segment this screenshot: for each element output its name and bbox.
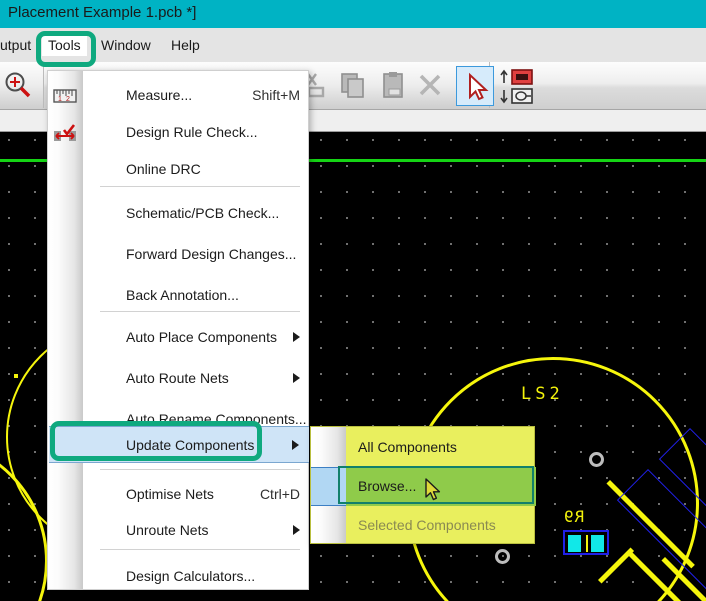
menu-help[interactable]: Help <box>165 34 206 56</box>
menu-icon-gutter <box>48 71 83 589</box>
menu-item-label: Schematic/PCB Check... <box>126 205 280 221</box>
drc-icon <box>52 121 78 147</box>
menu-item-label: Back Annotation... <box>126 287 239 303</box>
menu-item-label: Design Calculators... <box>126 568 256 584</box>
window-title: Placement Example 1.pcb *] <box>8 4 197 21</box>
menu-item-online-drc[interactable]: Online DRC <box>84 151 310 188</box>
submenu-arrow-icon <box>293 332 300 342</box>
menu-item-label: Update Components <box>126 437 255 453</box>
submenu-arrow-icon <box>293 525 300 535</box>
ruler-icon: 1 2 <box>52 84 78 110</box>
menu-item-unroute-nets[interactable]: Unroute Nets <box>84 512 310 549</box>
menu-item-label: Design Rule Check... <box>126 124 258 140</box>
menu-separator <box>100 311 300 312</box>
menu-item-back-annotation[interactable]: Back Annotation... <box>84 277 310 314</box>
menu-item-label: Auto Place Components <box>126 329 277 345</box>
delete-icon[interactable] <box>415 70 445 100</box>
title-bar: Placement Example 1.pcb *] <box>0 0 706 28</box>
submenu-item-label: Browse... <box>358 478 417 494</box>
application-window: Placement Example 1.pcb *] utput Tools W… <box>0 0 706 601</box>
bottom-layer-icon[interactable] <box>498 87 533 105</box>
zoom-in-icon[interactable] <box>3 70 33 100</box>
pad-right <box>591 535 604 552</box>
menu-item-design-calculators[interactable]: Design Calculators... <box>84 558 310 595</box>
via <box>589 452 604 467</box>
menu-item-measure[interactable]: Measure... Shift+M <box>84 77 310 114</box>
tools-dropdown-menu[interactable]: 1 2 Measure... Shift+M Design Rule Check… <box>47 70 309 590</box>
pad-trace <box>586 535 588 552</box>
menu-item-label: Auto Route Nets <box>126 370 229 386</box>
menu-item-accelerator: Ctrl+D <box>259 486 300 502</box>
menu-window[interactable]: Window <box>95 34 157 56</box>
menu-item-schematic-pcb-check[interactable]: Schematic/PCB Check... <box>84 195 310 232</box>
menu-item-forward-design-changes[interactable]: Forward Design Changes... <box>84 236 310 273</box>
svg-text:1: 1 <box>58 96 62 103</box>
submenu-item-selected-components: Selected Components <box>347 506 536 545</box>
menu-separator <box>100 186 300 187</box>
menu-item-label: Measure... <box>126 87 193 103</box>
mouse-cursor-icon <box>424 478 444 504</box>
designator-r9: R9 <box>563 507 585 526</box>
submenu-item-label: All Components <box>358 439 457 455</box>
paste-icon[interactable] <box>378 70 408 100</box>
menu-item-label: Online DRC <box>126 161 201 177</box>
menu-item-label: Optimise Nets <box>126 486 214 502</box>
top-layer-icon[interactable] <box>498 68 533 86</box>
svg-text:2: 2 <box>66 96 70 103</box>
menu-separator <box>100 469 300 470</box>
submenu-arrow-icon <box>292 440 299 450</box>
menu-item-auto-route-nets[interactable]: Auto Route Nets <box>84 360 310 397</box>
submenu-item-gutter <box>311 467 346 506</box>
menu-item-design-rule-check[interactable]: Design Rule Check... <box>84 114 310 151</box>
silkscreen-dot <box>14 374 18 378</box>
menu-item-accelerator: Shift+M <box>252 87 300 103</box>
menu-item-update-components[interactable]: Update Components <box>49 426 309 463</box>
via <box>495 549 510 564</box>
menu-item-label: Forward Design Changes... <box>126 246 297 262</box>
submenu-item-all-components[interactable]: All Components <box>347 428 536 467</box>
menu-item-label: Unroute Nets <box>126 522 209 538</box>
component-r9-pads <box>563 530 609 555</box>
select-pointer-icon <box>469 72 489 101</box>
designator-ls2: LS2 <box>521 384 564 404</box>
menu-separator <box>100 549 300 550</box>
menu-item-auto-place-components[interactable]: Auto Place Components <box>84 319 310 356</box>
menu-bar: utput Tools Window Help <box>0 28 706 62</box>
menu-item-optimise-nets[interactable]: Optimise Nets Ctrl+D <box>84 476 310 513</box>
select-pointer-button[interactable] <box>456 66 494 106</box>
menu-tools[interactable]: Tools <box>42 34 87 56</box>
copy-icon[interactable] <box>338 70 368 100</box>
update-components-submenu[interactable]: All Components Browse... Selected Compon… <box>310 426 536 545</box>
pad-left <box>568 535 581 552</box>
menu-output[interactable]: utput <box>0 34 37 56</box>
submenu-arrow-icon <box>293 373 300 383</box>
submenu-item-label: Selected Components <box>358 517 496 533</box>
